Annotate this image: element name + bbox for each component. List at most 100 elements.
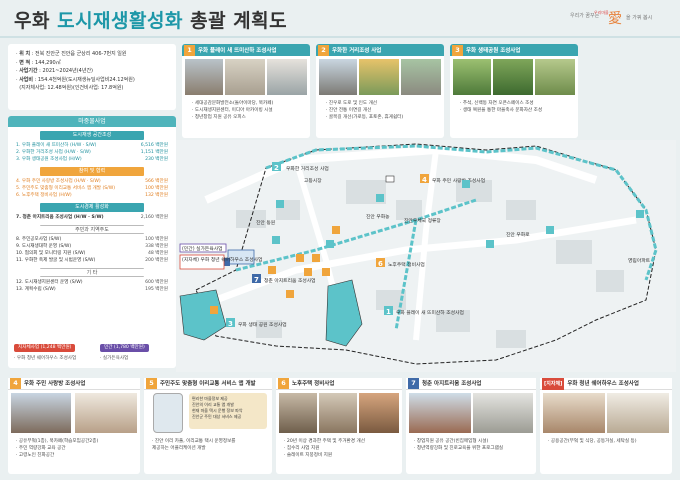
office-photo bbox=[267, 59, 307, 95]
private-popup-text: (민간) 실가든육사업 bbox=[182, 245, 223, 252]
svg-text:4: 4 bbox=[422, 176, 427, 184]
svg-text:6: 6 bbox=[378, 260, 383, 268]
project-number: 7 bbox=[408, 378, 419, 389]
project-title: 우화한 거리조성 사업 bbox=[332, 48, 382, 54]
interior-photo bbox=[225, 59, 265, 95]
section-header: 주민과 지역주도 bbox=[40, 225, 144, 234]
overview-item-location: · 위 치 : 전북 진안군 진안읍 군상리 406-7번지 일원 bbox=[16, 51, 127, 57]
svg-text:1: 1 bbox=[386, 308, 391, 316]
path-photo bbox=[535, 59, 575, 95]
project-title: 노후주택 정비사업 bbox=[292, 380, 335, 387]
overview-box: · 위 치 : 전북 진안군 진안읍 군상리 406-7번지 일원 · 면 적 … bbox=[8, 44, 176, 110]
project-card-header: 6 노후주택 정비사업 bbox=[276, 378, 402, 390]
title-part-c: 총괄 계획도 bbox=[190, 10, 288, 32]
project-description: · 공유부엌(1층), 북카페(학습모임공간2층) · 주민 역량강화 교육 공간… bbox=[16, 439, 99, 458]
map-label-text: 우화 플레이 새 뜨미산하 조성사업 bbox=[396, 309, 464, 316]
project-row: 8. 주민공모사업 (S/W) 100 백만원 bbox=[16, 237, 168, 242]
alley-house-photo bbox=[319, 393, 357, 433]
map-label-text: 우화 생태 공원 조성사업 bbox=[238, 321, 287, 328]
municipal-badge: 지자체사업 (1,248 백만원) bbox=[14, 344, 76, 352]
project-number: 1 bbox=[184, 44, 195, 56]
slogan-line-4: 을 가꿔 봅시 bbox=[626, 15, 653, 21]
community-room-site bbox=[385, 175, 395, 183]
overview-item-period: · 사업기간 : 2021~2024년(4년간) bbox=[16, 68, 93, 75]
project-card-header: 1 우화 플레이 새 뜨미산하 조성사업 bbox=[182, 44, 310, 56]
project-title: 우화 청년 쉐어하우스 조성사업 bbox=[567, 380, 639, 387]
map-label-text: 노후주택 정비사업 bbox=[388, 261, 425, 268]
slogan-logo: 우리가 꿈꾸는 우리마을 愛 을 가꿔 봅시 bbox=[570, 8, 666, 34]
project-photos bbox=[543, 393, 669, 433]
project-card-header: 7 청춘 아지트리움 조성사업 bbox=[406, 378, 536, 390]
phone-app-illustration bbox=[153, 393, 183, 433]
project-description: · 창업지원 공유 공간(빈집매입형 시설) · 청년역량강화 및 진로교육을 위… bbox=[414, 439, 504, 451]
project-number: 5 bbox=[146, 378, 157, 389]
private-badge-item: · 실가든육사업 bbox=[100, 356, 129, 361]
place-label: 진안 우화로 bbox=[506, 231, 530, 238]
project-card-header: [지자체] 우화 청년 쉐어하우스 조성사업 bbox=[540, 377, 672, 390]
project-photos bbox=[11, 393, 137, 433]
private-badge: 민간 (1,780 백만원) bbox=[100, 344, 149, 352]
project-photos: 편리한 마을정보 제공 진안의 이리 교통 앱 개발 현재 마을 택시 운행 정보 … bbox=[147, 393, 269, 433]
project-row: 13. 계획수립 (S/W) 195 백만원 bbox=[16, 287, 168, 292]
project-row: 10. 협의회 및 모니터링 지원 (S/W) 48 백만원 bbox=[16, 251, 168, 256]
slogan-heart-char: 愛 bbox=[608, 11, 622, 27]
project-row: 4. 우화 주민 사랑방 조성사업 (H/W · S/W) 566 백만원 bbox=[16, 179, 168, 184]
project-row: 7. 청춘 아지트리움 조성사업 (H/W · S/W) 2,160 백만원 bbox=[16, 215, 168, 220]
project-card-1: 1 우화 플레이 새 뜨미산하 조성사업 · 세대공감문화발전소(돌아이마당, 북… bbox=[182, 44, 310, 138]
roof-photo bbox=[359, 393, 399, 433]
municipal-badge-item: · 우화 청년 쉐어하우스 조성사업 bbox=[14, 356, 77, 361]
project-row: 11. 우화한 축제 발굴 및 시범운영 (S/W) 200 백만원 bbox=[16, 258, 168, 263]
section-header: 도시재생 공간조성 bbox=[40, 131, 144, 140]
place-label: 영림아파트 bbox=[628, 257, 651, 264]
building-photo bbox=[11, 393, 71, 433]
project-card-header: 5 주민주도 맞춤형 이리교통 서비스 앱 개발 bbox=[144, 378, 272, 390]
project-description: · 세대공감문화발전소(돌아이마당, 북카페) · 도시재생지원센터, 이디아 아… bbox=[192, 101, 274, 120]
project-card-2: 2 우화한 거리조성 사업 · 진우로 도로 및 인도 개선 · 진안 전통 이면길… bbox=[316, 44, 444, 138]
place-label: 진안우체국 정류장 bbox=[404, 217, 441, 224]
section-header: 참여 및 협력 bbox=[40, 167, 144, 176]
svg-text:3: 3 bbox=[228, 320, 233, 328]
project-card-header: 4 우화 주민 사랑방 조성사업 bbox=[8, 378, 140, 390]
hub-interior-photo bbox=[473, 393, 533, 433]
overview-item-budget-detail: (지자체사업: 12.48억원)(인건비사업: 17.8억원) bbox=[19, 85, 124, 92]
title-part-a: 우화 bbox=[14, 10, 50, 32]
project-row: 5. 주민주도 맞춤형 이리교통 서비스 앱 개발 (S/W) 100 백만원 bbox=[16, 186, 168, 191]
road-photo bbox=[401, 59, 441, 95]
share-house-interior-photo bbox=[607, 393, 669, 433]
funding-badges: 지자체사업 (1,248 백만원) · 우화 청년 쉐어하우스 조성사업 민간 … bbox=[8, 344, 176, 368]
project-description: · 공용공간(부엌 및 식당, 공동거실, 세탁실 등) bbox=[548, 439, 637, 444]
section-header: 도시경제 활성화 bbox=[40, 203, 144, 212]
project-description: · 진안 이리 카풀, 이리교통 택시 운영정보를 제공하는 어플리케이션 개발 bbox=[152, 439, 236, 451]
place-label: 진안 동원 bbox=[256, 219, 275, 226]
seed-project-list: 마중물사업 도시재생 공간조성 1. 우화 플레이 새 뜨미산하 (H/W · … bbox=[8, 116, 176, 368]
project-photos bbox=[185, 59, 307, 95]
project-row: 1. 우화 플레이 새 뜨미산하 (H/W · S/W) 6,516 백만원 bbox=[16, 143, 168, 148]
building-photo bbox=[185, 59, 223, 95]
project-row: 2. 우화한 거리조성 사업 (H/W · S/W) 1,151 백만원 bbox=[16, 150, 168, 155]
interior-photo bbox=[75, 393, 137, 433]
municipal-tag: [지자체] bbox=[542, 377, 565, 390]
seed-project-title: 마중물사업 bbox=[8, 116, 176, 127]
project-number: 3 bbox=[452, 44, 463, 56]
municipal-popup-text: (지자체) 우화 청년 쉐어하우스 조성사업 bbox=[182, 256, 262, 263]
street-photo bbox=[319, 59, 357, 95]
project-row: 12. 도시재생지원센터 운영 (S/W) 600 백만원 bbox=[16, 280, 168, 285]
svg-text:7: 7 bbox=[254, 276, 259, 284]
project-card-6: 6 노후주택 정비사업 · 20년 이상 경과한 주택 및 주거환경 개선 · 집수… bbox=[276, 378, 402, 474]
map-label-text: 우화한 거리조성 사업 bbox=[286, 165, 329, 172]
project-photos bbox=[279, 393, 399, 433]
project-title: 청춘 아지트리움 조성사업 bbox=[422, 380, 482, 387]
section-header: 기 타 bbox=[40, 268, 144, 277]
old-house-photo bbox=[279, 393, 317, 433]
project-description: · 20년 이상 경과한 주택 및 주거환경 개선 · 집수리 사업 지원 · 슬레… bbox=[284, 439, 365, 458]
page-title: 우화 도시재생활성화 총괄 계획도 bbox=[14, 6, 287, 33]
project-photos bbox=[453, 59, 575, 95]
project-title: 우화 생태공원 조성사업 bbox=[466, 48, 521, 54]
project-number: 6 bbox=[278, 378, 289, 389]
title-part-b: 도시재생활성화 bbox=[57, 10, 183, 32]
alley-photo bbox=[359, 59, 399, 95]
garden-photo bbox=[493, 59, 533, 95]
overview-item-budget: · 사업비 : 154.4천억원(도시재생뉴딜사업비24.12억원) bbox=[16, 76, 135, 83]
project-title: 주민주도 맞춤형 이리교통 서비스 앱 개발 bbox=[160, 380, 256, 387]
project-row: 6. 노후주택 정비사업 (H/W) 132 백만원 bbox=[16, 193, 168, 198]
